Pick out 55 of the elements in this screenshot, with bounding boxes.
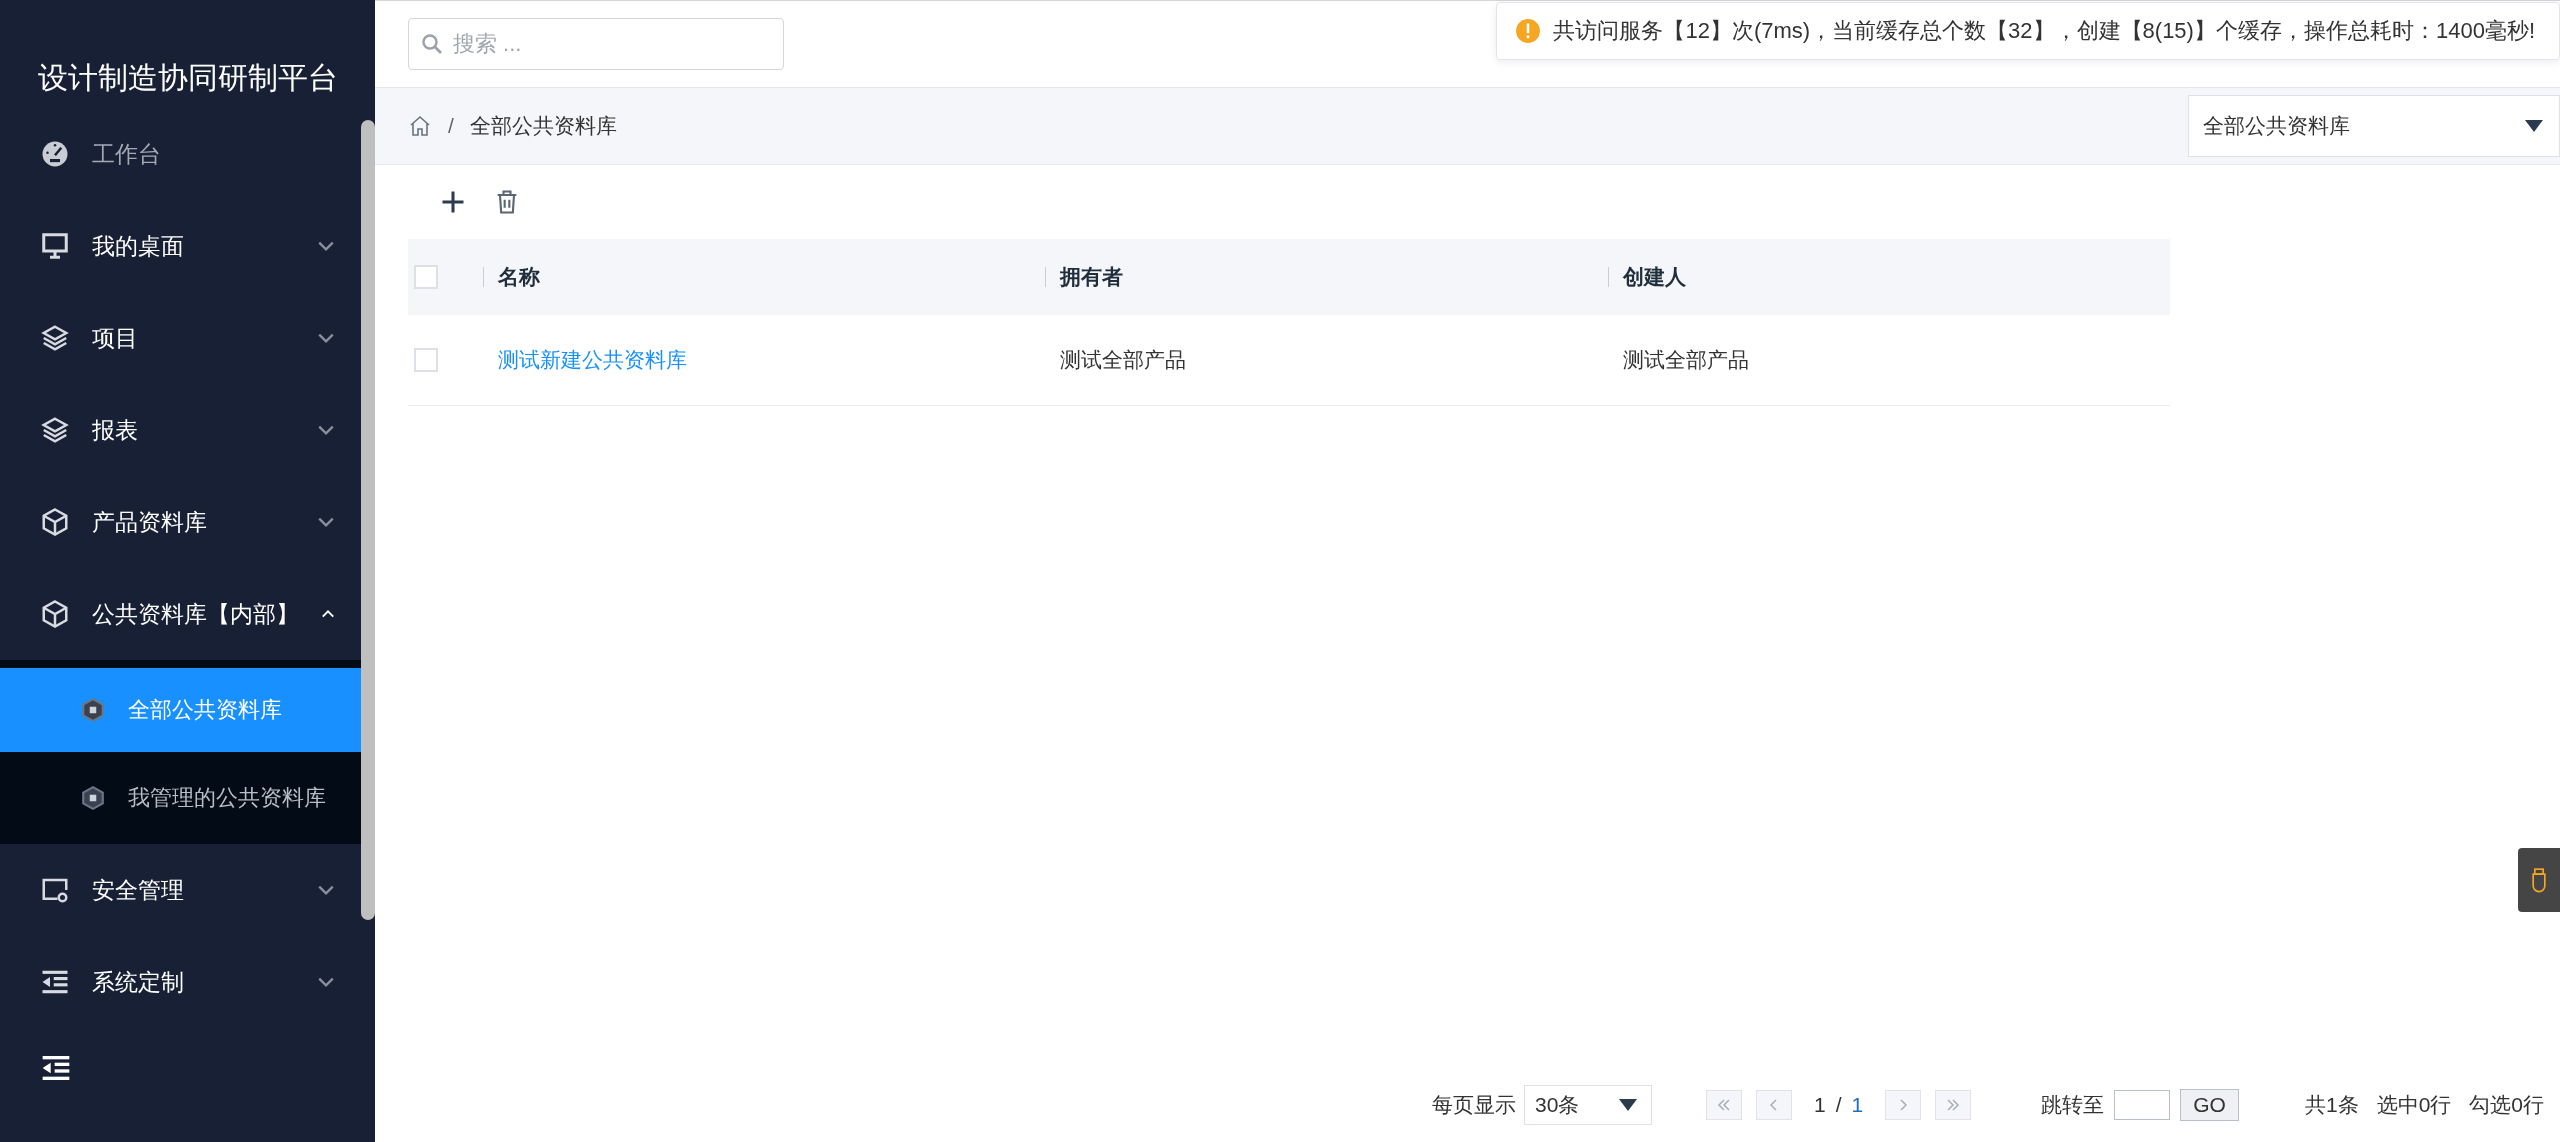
caret-icon [2525,120,2543,132]
go-button[interactable]: GO [2180,1089,2239,1121]
page-size-select[interactable]: 30条 [1524,1085,1653,1125]
column-header: 名称 [498,264,540,290]
menu-item[interactable]: 系统定制 [0,936,361,1028]
page-separator: / [1835,1093,1842,1117]
summary-text: 选中0行 [2376,1092,2452,1118]
cube-icon [40,507,70,537]
warning-icon [1515,18,1542,44]
home-icon[interactable] [408,114,432,138]
layers-icon [40,415,70,445]
double-chevron-right-icon [1945,1097,1962,1113]
table-cell: 测试全部产品 [1623,348,1749,371]
summary-text: 共1条 [2304,1092,2359,1118]
select-all-checkbox[interactable] [414,265,438,289]
double-chevron-left-icon [1716,1097,1733,1113]
menu-item[interactable]: 安全管理 [0,844,361,936]
library-dropdown[interactable]: 全部公共资料库 [2188,95,2560,157]
submenu-item[interactable]: 我管理的公共资料库 [0,752,361,844]
search-field[interactable]: 搜索 ... [408,18,784,70]
menu-item[interactable]: 项目 [0,292,361,384]
cube-icon [40,599,70,629]
hexagon-icon [80,785,106,811]
side-tab-button[interactable] [2518,848,2560,912]
notification-text: 共访问服务【12】次(7ms)，当前缓存总个数【32】，创建【8(15)】个缓存，操作总耗时：1400毫秒! [1553,17,2535,45]
jump-label: 跳转至 [2041,1092,2105,1118]
menu-item[interactable]: 我的桌面 [0,200,361,292]
caret-icon [1619,1099,1638,1111]
next-page-button[interactable] [1885,1090,1922,1120]
layers-icon [40,323,70,353]
total-pages: 1 [1851,1093,1864,1117]
column-header: 创建人 [1623,264,1686,290]
menu-item[interactable]: 报表 [0,384,361,476]
hexagon-icon [80,697,106,723]
jump-page-input[interactable] [2114,1090,2171,1120]
gauge-icon [40,139,70,169]
app-title: 设计制造协同研制平台 [37,60,339,96]
previous-page-button[interactable] [1756,1090,1793,1120]
column-header: 拥有者 [1060,264,1123,290]
menu-item[interactable]: 工作台 [0,108,361,200]
menu-item[interactable]: 产品资料库 [0,476,361,568]
menu-item[interactable]: 公共资料库【内部】 [0,568,361,660]
summary-text: 勾选0行 [2469,1092,2544,1118]
usb-drive-icon [2529,867,2549,893]
current-page: 1 [1814,1093,1826,1117]
monitor-icon [40,231,70,261]
scrollbar-thumb[interactable] [361,120,375,920]
breadcrumb-current: 全部公共资料库 [469,113,617,139]
breadcrumb-separator: / [448,114,454,138]
page-size-label: 每页显示 [1432,1092,1517,1118]
search-icon [420,32,444,56]
first-page-button[interactable] [1706,1090,1743,1120]
last-page-button[interactable] [1935,1090,1972,1120]
row-checkbox[interactable] [414,348,438,372]
table-cell: 测试全部产品 [1060,348,1186,371]
